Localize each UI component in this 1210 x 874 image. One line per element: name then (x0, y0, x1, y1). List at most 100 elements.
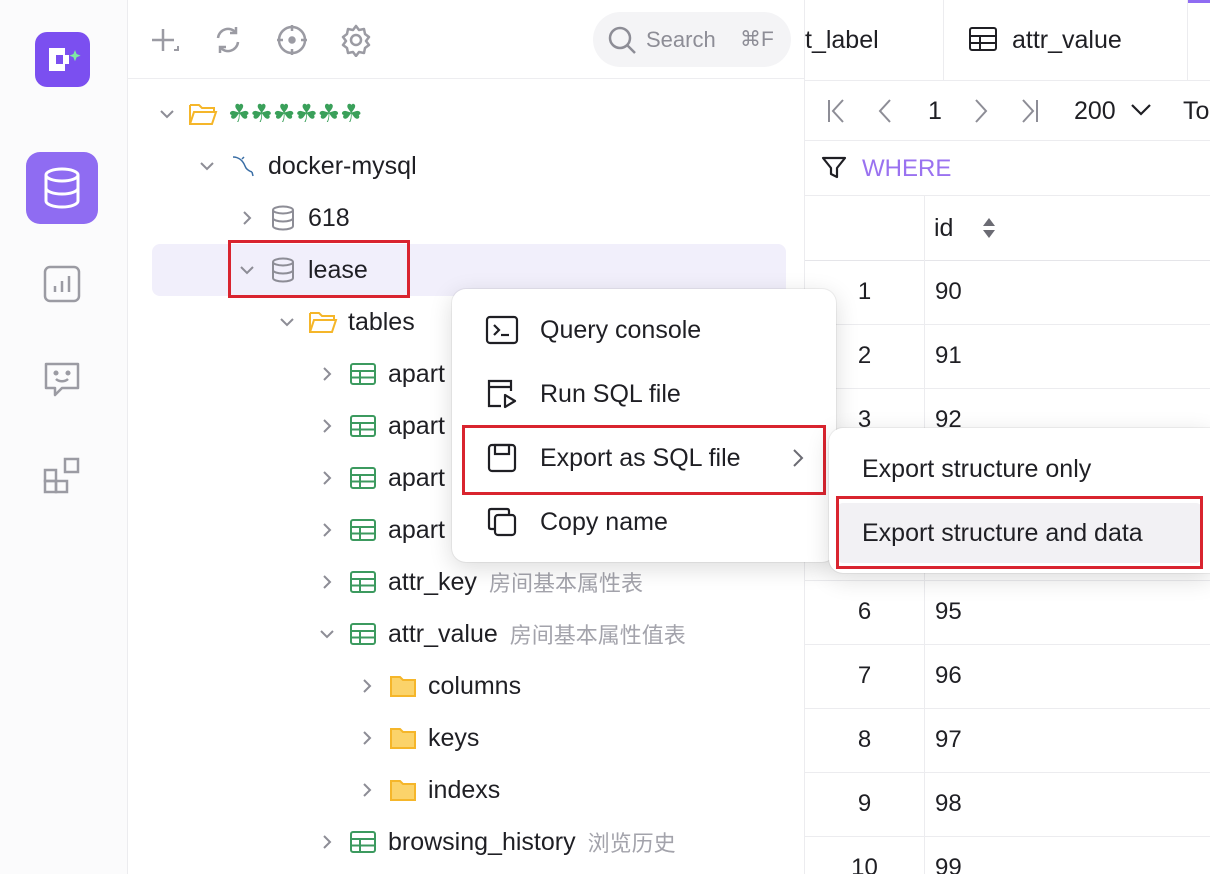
where-label: WHERE (862, 155, 952, 182)
tab-attr-value[interactable]: attr_value (944, 0, 1188, 80)
table-icon (968, 26, 998, 52)
cell-id[interactable]: 96 (935, 644, 962, 708)
cell-id[interactable]: 90 (935, 260, 962, 324)
database-icon (42, 166, 82, 210)
mysql-dolphin-icon (228, 151, 258, 181)
menu-item-run-sql-file[interactable]: Run SQL file (464, 365, 824, 423)
table-row[interactable]: 7 96 (805, 644, 1210, 709)
tree-item-keys-folder[interactable]: keys (354, 712, 784, 764)
table-label: apart (388, 463, 445, 492)
copy-icon (484, 504, 520, 540)
cell-id[interactable]: 99 (935, 836, 962, 874)
search-input[interactable]: Search ⌘F (593, 12, 791, 67)
tab-label-table[interactable]: t_label (805, 0, 944, 80)
cell-id[interactable]: 98 (935, 772, 962, 836)
table-label: attr_key (388, 567, 477, 596)
row-number-header (805, 196, 925, 260)
where-filter-bar[interactable]: WHERE (805, 141, 1210, 196)
chevron-right-icon[interactable] (314, 413, 340, 439)
table-row[interactable]: 10 99 (805, 836, 1210, 874)
row-number: 9 (805, 772, 925, 836)
table-icon (348, 515, 378, 545)
menu-item-copy-name[interactable]: Copy name (464, 493, 824, 551)
locate-icon[interactable] (274, 22, 310, 58)
table-icon (348, 567, 378, 597)
tree-item-table[interactable]: attr_value 房间基本属性值表 (314, 608, 784, 660)
chat-icon (41, 359, 83, 401)
folder-label: tables (348, 307, 415, 336)
chevron-right-icon[interactable] (314, 517, 340, 543)
terminal-icon (484, 312, 520, 348)
table-row[interactable]: 6 95 (805, 580, 1210, 645)
highlight-box (836, 496, 1203, 569)
total-count: To (1183, 97, 1210, 125)
row-number: 10 (805, 836, 925, 874)
table-row[interactable]: 9 98 (805, 772, 1210, 837)
chevron-right-icon[interactable] (314, 829, 340, 855)
table-row[interactable]: 2 91 (805, 324, 1210, 389)
table-icon (348, 619, 378, 649)
plugins-nav-button[interactable] (26, 440, 98, 512)
add-icon[interactable] (146, 22, 182, 58)
chevron-right-icon[interactable] (314, 361, 340, 387)
search-shortcut: ⌘F (740, 28, 774, 51)
table-row[interactable]: 1 90 (805, 260, 1210, 325)
tree-item-table[interactable]: browsing_history 浏览历史 (314, 816, 784, 868)
table-icon (348, 411, 378, 441)
first-page-icon[interactable] (825, 98, 849, 124)
tab-indicator (1188, 0, 1210, 3)
table-icon (348, 463, 378, 493)
submenu-item-export-structure[interactable]: Export structure only (837, 439, 1202, 499)
chevron-down-icon[interactable] (274, 309, 300, 335)
database-label: 618 (308, 203, 350, 232)
cell-id[interactable]: 91 (935, 324, 962, 388)
column-name: id (934, 214, 954, 242)
search-placeholder: Search (646, 27, 716, 52)
chevron-right-icon[interactable] (314, 569, 340, 595)
tree-item-connection[interactable]: docker-mysql (194, 140, 784, 192)
tree-item-indexs-folder[interactable]: indexs (354, 764, 784, 816)
cell-id[interactable]: 97 (935, 708, 962, 772)
cell-id[interactable]: 95 (935, 580, 962, 644)
folder-label: keys (428, 723, 480, 752)
refresh-icon[interactable] (210, 22, 246, 58)
chevron-right-icon[interactable] (314, 465, 340, 491)
database-nav-button[interactable] (26, 152, 98, 224)
page-size-select[interactable]: 200 (1074, 94, 1158, 128)
chevron-down-icon[interactable] (154, 101, 180, 127)
tree-item-database[interactable]: 618 (234, 192, 784, 244)
table-row[interactable]: 8 97 (805, 708, 1210, 773)
chevron-right-icon[interactable] (354, 725, 380, 751)
last-page-icon[interactable] (1017, 98, 1041, 124)
table-comment: 房间基本属性值表 (509, 623, 686, 648)
column-header-id[interactable]: id (926, 196, 1210, 260)
table-icon (348, 359, 378, 389)
chat-nav-button[interactable] (26, 344, 98, 416)
chevron-right-icon[interactable] (354, 777, 380, 803)
next-page-icon[interactable] (971, 98, 991, 124)
dashboard-nav-button[interactable] (26, 248, 98, 320)
sort-icon[interactable] (982, 216, 996, 240)
tab-label: t_label (805, 26, 879, 54)
app-logo (35, 32, 90, 87)
tab-label: attr_value (1012, 26, 1122, 54)
folder-label: indexs (428, 775, 501, 804)
row-number: 8 (805, 708, 925, 772)
chevron-right-icon[interactable] (234, 205, 260, 231)
tree-item-group[interactable]: ☘☘☘☘☘☘ (154, 88, 784, 140)
tree-item-table[interactable]: attr_key 房间基本属性表 (314, 556, 784, 608)
menu-item-query-console[interactable]: Query console (464, 301, 824, 359)
chevron-down-icon[interactable] (314, 621, 340, 647)
row-number: 6 (805, 580, 925, 644)
chevron-down-icon[interactable] (194, 153, 220, 179)
chevron-right-icon[interactable] (354, 673, 380, 699)
settings-gear-icon[interactable] (338, 22, 374, 58)
tree-item-columns-folder[interactable]: columns (354, 660, 784, 712)
page-number[interactable]: 1 (928, 97, 942, 126)
highlight-box (462, 425, 826, 495)
chart-icon (42, 264, 82, 304)
database-icon (268, 203, 298, 233)
prev-page-icon[interactable] (875, 98, 895, 124)
menu-item-label: Query console (540, 315, 702, 344)
submenu-item-label: Export structure only (862, 454, 1092, 483)
